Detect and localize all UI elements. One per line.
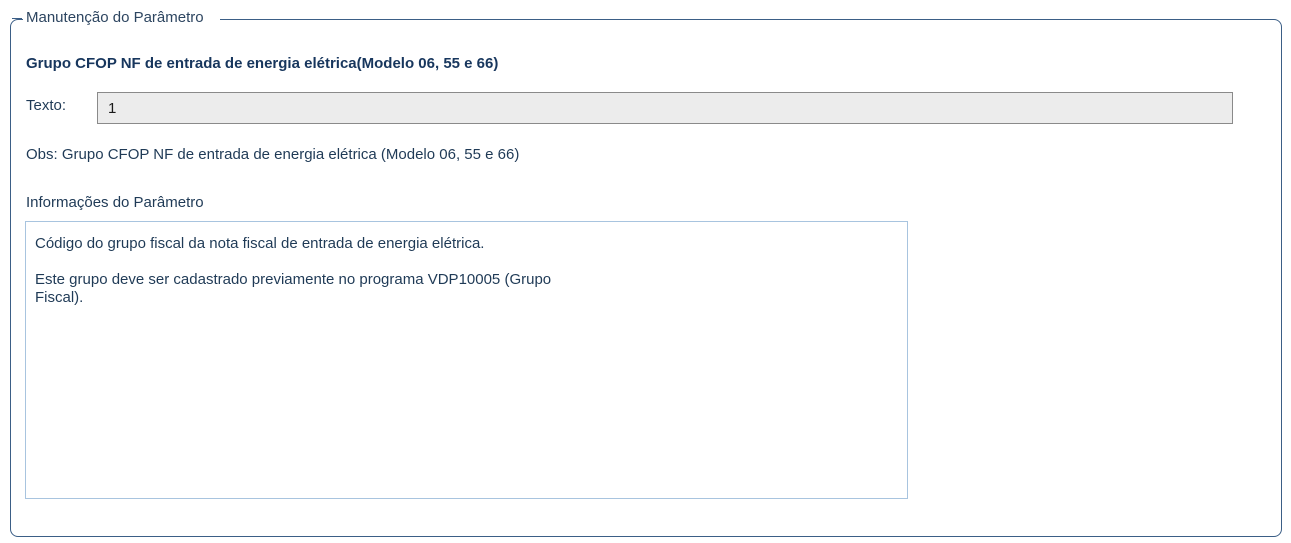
- fieldset-legend: Manutenção do Parâmetro: [23, 8, 220, 28]
- info-paragraph: Código do grupo fiscal da nota fiscal de…: [35, 235, 485, 252]
- info-label: Informações do Parâmetro: [26, 194, 204, 211]
- info-textarea[interactable]: Código do grupo fiscal da nota fiscal de…: [25, 221, 908, 499]
- texto-label: Texto:: [26, 97, 67, 114]
- parameter-title: Grupo CFOP NF de entrada de energia elét…: [26, 55, 499, 72]
- info-paragraph: Este grupo deve ser cadastrado previamen…: [35, 271, 552, 306]
- texto-input[interactable]: [97, 92, 1233, 124]
- obs-text: Obs: Grupo CFOP NF de entrada de energia…: [26, 146, 520, 163]
